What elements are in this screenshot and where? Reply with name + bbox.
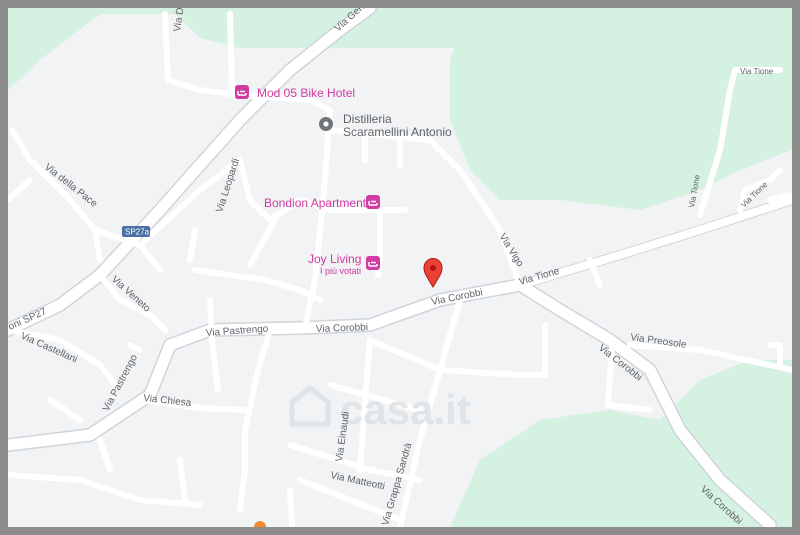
- street-label-via-corobbi-1: Via Corobbi: [316, 322, 368, 335]
- poi-label-bondion: Bondion Apartment: [264, 196, 367, 210]
- route-shield-label: SP27a: [125, 228, 150, 237]
- poi-label-joy-living: Joy Living: [308, 252, 361, 266]
- map-view[interactable]: casa.it Via Gene Via D Via della Pace Vi…: [8, 8, 792, 527]
- poi-label-distilleria-2: Scaramellini Antonio: [343, 125, 452, 139]
- watermark-text: casa.it: [340, 386, 471, 433]
- map-frame: casa.it Via Gene Via D Via della Pace Vi…: [0, 0, 800, 535]
- poi-label-distilleria-1: Distilleria: [343, 112, 392, 126]
- map-canvas[interactable]: casa.it Via Gene Via D Via della Pace Vi…: [8, 8, 792, 527]
- poi-label-mod05: Mod 05 Bike Hotel: [257, 86, 355, 100]
- poi-bondion-apartment[interactable]: Bondion Apartment: [264, 195, 380, 210]
- route-shield-sp27a: SP27a: [122, 226, 150, 237]
- street-label-via-tione-2: Via Tione: [740, 67, 774, 76]
- poi-sublabel-joy-living: I più votati: [320, 266, 361, 276]
